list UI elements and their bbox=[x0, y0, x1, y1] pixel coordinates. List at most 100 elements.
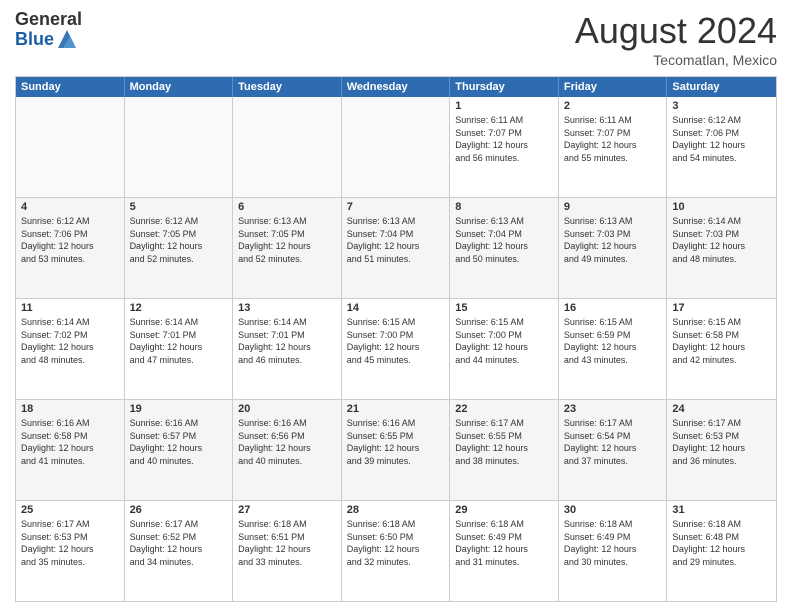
day-info: Sunrise: 6:16 AM Sunset: 6:57 PM Dayligh… bbox=[130, 417, 228, 467]
day-number: 8 bbox=[455, 201, 553, 213]
day-number: 17 bbox=[672, 302, 771, 314]
day-header-sunday: Sunday bbox=[16, 77, 125, 97]
day-info: Sunrise: 6:15 AM Sunset: 7:00 PM Dayligh… bbox=[455, 316, 553, 366]
day-cell-25: 25 Sunrise: 6:17 AM Sunset: 6:53 PM Dayli… bbox=[16, 501, 125, 601]
day-info: Sunrise: 6:17 AM Sunset: 6:53 PM Dayligh… bbox=[21, 518, 119, 568]
day-cell-11: 11 Sunrise: 6:14 AM Sunset: 7:02 PM Dayli… bbox=[16, 299, 125, 399]
empty-cell bbox=[125, 97, 234, 197]
calendar-body: 1 Sunrise: 6:11 AM Sunset: 7:07 PM Daylig… bbox=[16, 97, 776, 601]
day-header-thursday: Thursday bbox=[450, 77, 559, 97]
day-cell-5: 5 Sunrise: 6:12 AM Sunset: 7:05 PM Daylig… bbox=[125, 198, 234, 298]
day-number: 11 bbox=[21, 302, 119, 314]
logo-general: General bbox=[15, 10, 82, 28]
day-header-tuesday: Tuesday bbox=[233, 77, 342, 97]
day-number: 6 bbox=[238, 201, 336, 213]
day-info: Sunrise: 6:13 AM Sunset: 7:03 PM Dayligh… bbox=[564, 215, 662, 265]
day-number: 26 bbox=[130, 504, 228, 516]
day-info: Sunrise: 6:14 AM Sunset: 7:02 PM Dayligh… bbox=[21, 316, 119, 366]
day-cell-30: 30Sunrise: 6:18 AM Sunset: 6:49 PM Dayli… bbox=[559, 501, 668, 601]
calendar-week-5: 25 Sunrise: 6:17 AM Sunset: 6:53 PM Dayli… bbox=[16, 500, 776, 601]
day-cell-22: 22Sunrise: 6:17 AM Sunset: 6:55 PM Dayli… bbox=[450, 400, 559, 500]
day-number: 29 bbox=[455, 504, 553, 516]
day-cell-16: 16 Sunrise: 6:15 AM Sunset: 6:59 PM Dayli… bbox=[559, 299, 668, 399]
day-cell-28: 28Sunrise: 6:18 AM Sunset: 6:50 PM Dayli… bbox=[342, 501, 451, 601]
day-number: 7 bbox=[347, 201, 445, 213]
day-number: 18 bbox=[21, 403, 119, 415]
day-info: Sunrise: 6:18 AM Sunset: 6:49 PM Dayligh… bbox=[455, 518, 553, 568]
logo: General Blue bbox=[15, 10, 82, 50]
day-info: Sunrise: 6:15 AM Sunset: 6:58 PM Dayligh… bbox=[672, 316, 771, 366]
day-info: Sunrise: 6:18 AM Sunset: 6:50 PM Dayligh… bbox=[347, 518, 445, 568]
logo-blue: Blue bbox=[15, 30, 54, 48]
day-info: Sunrise: 6:12 AM Sunset: 7:05 PM Dayligh… bbox=[130, 215, 228, 265]
day-info: Sunrise: 6:18 AM Sunset: 6:49 PM Dayligh… bbox=[564, 518, 662, 568]
calendar-header: SundayMondayTuesdayWednesdayThursdayFrid… bbox=[16, 77, 776, 97]
day-number: 1 bbox=[455, 100, 553, 112]
day-header-saturday: Saturday bbox=[667, 77, 776, 97]
day-info: Sunrise: 6:17 AM Sunset: 6:52 PM Dayligh… bbox=[130, 518, 228, 568]
day-info: Sunrise: 6:18 AM Sunset: 6:51 PM Dayligh… bbox=[238, 518, 336, 568]
day-info: Sunrise: 6:13 AM Sunset: 7:04 PM Dayligh… bbox=[347, 215, 445, 265]
day-number: 15 bbox=[455, 302, 553, 314]
day-number: 25 bbox=[21, 504, 119, 516]
day-header-friday: Friday bbox=[559, 77, 668, 97]
calendar-week-1: 1 Sunrise: 6:11 AM Sunset: 7:07 PM Daylig… bbox=[16, 97, 776, 197]
day-cell-18: 18Sunrise: 6:16 AM Sunset: 6:58 PM Dayli… bbox=[16, 400, 125, 500]
day-number: 23 bbox=[564, 403, 662, 415]
day-number: 5 bbox=[130, 201, 228, 213]
empty-cell bbox=[342, 97, 451, 197]
page: General Blue August 2024 Tecomatlan, Mex… bbox=[0, 0, 792, 612]
day-cell-8: 8Sunrise: 6:13 AM Sunset: 7:04 PM Daylig… bbox=[450, 198, 559, 298]
day-cell-26: 26 Sunrise: 6:17 AM Sunset: 6:52 PM Dayli… bbox=[125, 501, 234, 601]
day-cell-15: 15 Sunrise: 6:15 AM Sunset: 7:00 PM Dayli… bbox=[450, 299, 559, 399]
month-title: August 2024 bbox=[575, 10, 777, 52]
day-info: Sunrise: 6:18 AM Sunset: 6:48 PM Dayligh… bbox=[672, 518, 771, 568]
day-cell-21: 21 Sunrise: 6:16 AM Sunset: 6:55 PM Dayli… bbox=[342, 400, 451, 500]
logo-text: General Blue bbox=[15, 10, 82, 50]
day-info: Sunrise: 6:16 AM Sunset: 6:55 PM Dayligh… bbox=[347, 417, 445, 467]
day-info: Sunrise: 6:11 AM Sunset: 7:07 PM Dayligh… bbox=[564, 114, 662, 164]
calendar-week-2: 4 Sunrise: 6:12 AM Sunset: 7:06 PM Daylig… bbox=[16, 197, 776, 298]
day-info: Sunrise: 6:17 AM Sunset: 6:55 PM Dayligh… bbox=[455, 417, 553, 467]
day-info: Sunrise: 6:15 AM Sunset: 6:59 PM Dayligh… bbox=[564, 316, 662, 366]
day-cell-31: 31 Sunrise: 6:18 AM Sunset: 6:48 PM Dayli… bbox=[667, 501, 776, 601]
day-info: Sunrise: 6:16 AM Sunset: 6:56 PM Dayligh… bbox=[238, 417, 336, 467]
day-cell-1: 1 Sunrise: 6:11 AM Sunset: 7:07 PM Daylig… bbox=[450, 97, 559, 197]
subtitle: Tecomatlan, Mexico bbox=[575, 52, 777, 68]
day-cell-23: 23 Sunrise: 6:17 AM Sunset: 6:54 PM Dayli… bbox=[559, 400, 668, 500]
day-number: 21 bbox=[347, 403, 445, 415]
header: General Blue August 2024 Tecomatlan, Mex… bbox=[15, 10, 777, 68]
day-number: 24 bbox=[672, 403, 771, 415]
empty-cell bbox=[16, 97, 125, 197]
day-cell-2: 2Sunrise: 6:11 AM Sunset: 7:07 PM Daylig… bbox=[559, 97, 668, 197]
day-info: Sunrise: 6:14 AM Sunset: 7:01 PM Dayligh… bbox=[130, 316, 228, 366]
day-info: Sunrise: 6:17 AM Sunset: 6:54 PM Dayligh… bbox=[564, 417, 662, 467]
calendar: SundayMondayTuesdayWednesdayThursdayFrid… bbox=[15, 76, 777, 602]
day-cell-4: 4 Sunrise: 6:12 AM Sunset: 7:06 PM Daylig… bbox=[16, 198, 125, 298]
day-number: 31 bbox=[672, 504, 771, 516]
empty-cell bbox=[233, 97, 342, 197]
day-info: Sunrise: 6:12 AM Sunset: 7:06 PM Dayligh… bbox=[672, 114, 771, 164]
day-info: Sunrise: 6:14 AM Sunset: 7:01 PM Dayligh… bbox=[238, 316, 336, 366]
calendar-week-4: 18Sunrise: 6:16 AM Sunset: 6:58 PM Dayli… bbox=[16, 399, 776, 500]
day-number: 4 bbox=[21, 201, 119, 213]
day-cell-29: 29 Sunrise: 6:18 AM Sunset: 6:49 PM Dayli… bbox=[450, 501, 559, 601]
day-cell-13: 13 Sunrise: 6:14 AM Sunset: 7:01 PM Dayli… bbox=[233, 299, 342, 399]
day-cell-12: 12 Sunrise: 6:14 AM Sunset: 7:01 PM Dayli… bbox=[125, 299, 234, 399]
title-block: August 2024 Tecomatlan, Mexico bbox=[575, 10, 777, 68]
logo-icon bbox=[56, 28, 78, 50]
day-info: Sunrise: 6:13 AM Sunset: 7:05 PM Dayligh… bbox=[238, 215, 336, 265]
day-info: Sunrise: 6:11 AM Sunset: 7:07 PM Dayligh… bbox=[455, 114, 553, 164]
day-info: Sunrise: 6:12 AM Sunset: 7:06 PM Dayligh… bbox=[21, 215, 119, 265]
day-number: 9 bbox=[564, 201, 662, 213]
day-header-wednesday: Wednesday bbox=[342, 77, 451, 97]
day-number: 20 bbox=[238, 403, 336, 415]
day-number: 16 bbox=[564, 302, 662, 314]
day-number: 13 bbox=[238, 302, 336, 314]
day-cell-24: 24Sunrise: 6:17 AM Sunset: 6:53 PM Dayli… bbox=[667, 400, 776, 500]
day-number: 14 bbox=[347, 302, 445, 314]
day-number: 12 bbox=[130, 302, 228, 314]
calendar-week-3: 11 Sunrise: 6:14 AM Sunset: 7:02 PM Dayli… bbox=[16, 298, 776, 399]
day-number: 3 bbox=[672, 100, 771, 112]
day-cell-7: 7 Sunrise: 6:13 AM Sunset: 7:04 PM Daylig… bbox=[342, 198, 451, 298]
